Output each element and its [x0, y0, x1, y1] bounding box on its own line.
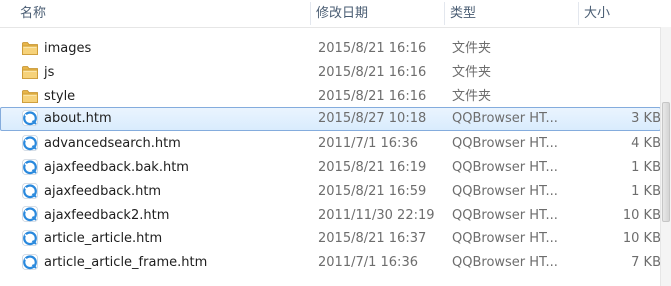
modified-date: 2015/8/21 16:37: [318, 231, 427, 247]
qqbrowser-htm-icon: [21, 229, 39, 247]
file-size: 1 KB: [631, 159, 661, 175]
file-name: style: [44, 88, 76, 104]
file-name: about.htm: [44, 111, 112, 127]
file-name-cell: js: [21, 61, 311, 83]
file-type: 文件夹: [452, 41, 492, 56]
column-header-name[interactable]: 名称 ^: [14, 0, 310, 27]
file-name: js: [44, 64, 55, 80]
qqbrowser-htm-icon: [21, 109, 39, 127]
file-size: [581, 61, 661, 83]
file-type: QQBrowser HT...: [452, 255, 558, 271]
column-header-date-label: 修改日期: [316, 6, 369, 21]
file-row[interactable]: ajaxfeedback.bak.htm 2015/8/21 16:19 QQBro…: [0, 155, 661, 179]
file-name: ajaxfeedback2.htm: [44, 207, 170, 223]
vertical-scrollbar[interactable]: [660, 27, 671, 286]
file-name-cell: ajaxfeedback.htm: [21, 180, 311, 202]
file-size: 7 KB: [631, 255, 661, 271]
file-name: images: [44, 41, 92, 56]
file-name: article_article.htm: [44, 231, 163, 247]
qqbrowser-htm-icon: [21, 205, 39, 223]
file-type: QQBrowser HT...: [452, 231, 558, 247]
file-name: advancedsearch.htm: [44, 136, 181, 152]
file-name-cell: ajaxfeedback2.htm: [21, 204, 311, 226]
file-size: [581, 37, 661, 59]
folder-icon: [21, 87, 39, 105]
column-header-size-label: 大小: [584, 6, 611, 21]
column-header-size[interactable]: 大小: [578, 0, 660, 27]
file-row[interactable]: ajaxfeedback.htm 2015/8/21 16:59 QQBrowser…: [0, 179, 661, 203]
modified-date: 2011/7/1 16:36: [318, 255, 418, 271]
file-size: 3 KB: [631, 111, 661, 127]
file-size: 10 KB: [622, 207, 661, 223]
qqbrowser-htm-icon: [21, 253, 39, 271]
modified-date: 2015/8/21 16:16: [318, 41, 427, 56]
file-row[interactable]: advancedsearch.htm 2011/7/1 16:36 QQBrowse…: [0, 131, 661, 155]
modified-date: 2015/8/21 16:19: [318, 159, 427, 175]
folder-row[interactable]: images 2015/8/21 16:16 文件夹: [0, 36, 661, 60]
file-name-cell: article_article_frame.htm: [21, 251, 311, 273]
modified-date: 2015/8/21 16:16: [318, 64, 427, 80]
file-size: 1 KB: [631, 183, 661, 199]
file-name-cell: advancedsearch.htm: [21, 132, 311, 154]
file-name: ajaxfeedback.htm: [44, 183, 162, 199]
file-size: [581, 85, 661, 107]
modified-date: 2011/7/1 16:36: [318, 136, 418, 152]
column-header-bar: 名称 ^ 修改日期 类型 大小: [0, 0, 671, 28]
file-type: QQBrowser HT...: [452, 111, 558, 127]
file-size: 4 KB: [631, 136, 661, 152]
qqbrowser-htm-icon: [21, 134, 39, 152]
file-type: QQBrowser HT...: [452, 183, 558, 199]
file-list-view: 名称 ^ 修改日期 类型 大小 images 2015/8/21 16:16 文件夹…: [0, 0, 671, 286]
qqbrowser-htm-icon: [21, 158, 39, 176]
modified-date: 2015/8/21 16:16: [318, 88, 427, 104]
file-type: 文件夹: [452, 64, 492, 80]
column-header-type-label: 类型: [450, 6, 477, 21]
file-row[interactable]: article_article_frame.htm 2011/7/1 16:36 Q…: [0, 250, 661, 274]
file-type: 文件夹: [452, 88, 492, 104]
file-size: 10 KB: [622, 231, 661, 247]
file-name-cell: article_article.htm: [21, 227, 311, 249]
column-header-name-label: 名称: [20, 6, 47, 21]
folder-row[interactable]: js 2015/8/21 16:16 文件夹: [0, 60, 661, 84]
file-row[interactable]: ajaxfeedback2.htm 2011/11/30 22:19 QQBrows…: [0, 203, 661, 227]
folder-icon: [21, 63, 39, 81]
modified-date: 2011/11/30 22:19: [318, 207, 435, 223]
sort-ascending-icon: ^: [168, 0, 176, 7]
scrollbar-thumb[interactable]: [662, 102, 670, 222]
file-name-cell: style: [21, 85, 311, 107]
file-name: ajaxfeedback.bak.htm: [44, 159, 189, 175]
file-name-cell: images: [21, 37, 311, 59]
file-name-cell: about.htm: [21, 107, 311, 129]
file-name: article_article_frame.htm: [44, 255, 208, 271]
column-header-date[interactable]: 修改日期: [310, 0, 444, 27]
file-name-cell: ajaxfeedback.bak.htm: [21, 156, 311, 178]
file-type: QQBrowser HT...: [452, 136, 558, 152]
file-row[interactable]: about.htm 2015/8/27 10:18 QQBrowser HT... 3…: [0, 107, 661, 132]
folder-row[interactable]: style 2015/8/21 16:16 文件夹: [0, 84, 661, 108]
modified-date: 2015/8/21 16:59: [318, 183, 427, 199]
folder-icon: [21, 39, 39, 57]
file-rows: images 2015/8/21 16:16 文件夹 js 2015/8/21 16:1…: [0, 36, 661, 274]
modified-date: 2015/8/27 10:18: [318, 111, 427, 127]
file-type: QQBrowser HT...: [452, 159, 558, 175]
column-header-type[interactable]: 类型: [444, 0, 578, 27]
qqbrowser-htm-icon: [21, 182, 39, 200]
file-row[interactable]: article_article.htm 2015/8/21 16:37 QQBrow…: [0, 226, 661, 250]
file-type: QQBrowser HT...: [452, 207, 558, 223]
